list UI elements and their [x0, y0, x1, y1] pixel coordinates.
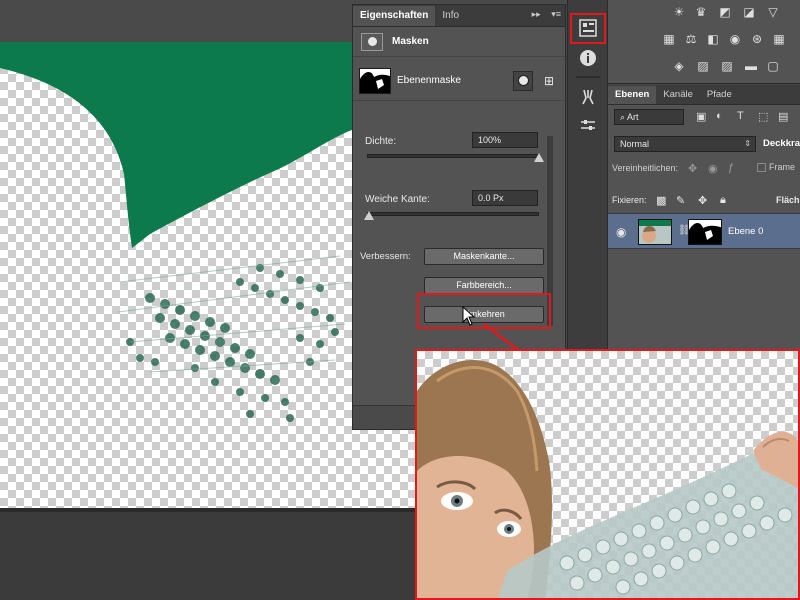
density-input[interactable]: 100% — [472, 132, 538, 148]
propagate-frame-checkbox[interactable]: Frame — [757, 162, 796, 173]
lock-image-icon[interactable]: ✎ — [676, 194, 685, 207]
feather-slider-handle[interactable] — [364, 211, 374, 220]
panel-menu-icon[interactable]: ▾≡ — [551, 9, 561, 19]
layer-mask-row: Ebenenmaske ⊞ — [353, 61, 565, 101]
density-slider-handle[interactable] — [534, 153, 544, 162]
select-pixel-mask-button[interactable] — [513, 70, 533, 91]
fill-label: Fläch — [776, 195, 800, 205]
vibrance-icon[interactable]: ▽ — [764, 5, 782, 19]
invert-adjust-icon[interactable]: ◈ — [670, 59, 688, 73]
section-title: Masken — [392, 36, 429, 47]
filter-shape-icon[interactable]: ⬚ — [758, 110, 768, 123]
result-preview-inset — [415, 349, 800, 600]
tab-paths[interactable]: Pfade — [700, 86, 739, 104]
collapse-panel-icon[interactable]: ▸▸ — [532, 9, 541, 19]
color-range-button[interactable]: Farbbereich... — [424, 277, 544, 294]
selective-color-icon[interactable]: ▢ — [764, 59, 782, 73]
lock-label: Fixieren: — [612, 195, 647, 205]
black-white-icon[interactable]: ◧ — [704, 32, 722, 46]
adjustments-panel: ☀ ♛ ◩ ◪ ▽ ▦ ⚖ ◧ ◉ ⊛ ▦ ◈ ▨ ▨ ▬ ▢ — [608, 0, 800, 84]
mask-icon — [361, 32, 383, 51]
feather-label: Weiche Kante: — [365, 194, 430, 205]
unify-style-icon[interactable]: ƒ — [728, 162, 734, 174]
tab-properties[interactable]: Eigenschaften — [353, 6, 436, 26]
layer-mask-thumbnail[interactable] — [688, 219, 722, 245]
chevron-down-icon: ⇕ — [744, 139, 751, 148]
brightness-icon[interactable]: ☀ — [670, 5, 688, 19]
threshold-icon[interactable]: ▨ — [718, 59, 736, 73]
opacity-label: Deckkra — [763, 138, 800, 149]
channel-mixer-icon[interactable]: ⊛ — [748, 32, 766, 46]
feather-input[interactable]: 0.0 Px — [472, 190, 538, 206]
brush-presets-icon[interactable] — [576, 86, 600, 108]
feather-slider[interactable] — [367, 212, 539, 216]
density-slider[interactable] — [367, 154, 539, 158]
exposure-icon[interactable]: ◪ — [740, 5, 758, 19]
unify-visibility-icon[interactable]: ◉ — [708, 162, 718, 175]
tab-channels[interactable]: Kanäle — [656, 86, 700, 104]
filter-smart-icon[interactable]: ▤ — [778, 110, 788, 123]
tab-info[interactable]: Info — [435, 6, 466, 26]
panel-controls: ▸▸ ▾≡ — [524, 9, 561, 20]
layer-thumbnail[interactable] — [638, 219, 672, 245]
filter-adjust-icon[interactable]: ◐ — [716, 110, 723, 122]
refine-label: Verbessern: — [360, 251, 411, 262]
masks-header: Masken — [353, 27, 565, 57]
filter-kind-select[interactable]: ⌕ Art — [614, 109, 684, 125]
gradient-map-icon[interactable]: ▬ — [742, 59, 760, 73]
visibility-eye-icon[interactable]: ◉ — [616, 225, 626, 239]
color-balance-icon[interactable]: ⚖ — [682, 32, 700, 46]
color-lookup-icon[interactable]: ▦ — [770, 32, 788, 46]
info-icon[interactable] — [576, 47, 600, 69]
mask-edge-button[interactable]: Maskenkante... — [424, 248, 544, 265]
filter-type-icon[interactable]: T — [737, 110, 744, 122]
density-label: Dichte: — [365, 136, 397, 147]
curves-icon[interactable]: ◩ — [716, 5, 734, 19]
posterize-icon[interactable]: ▨ — [694, 59, 712, 73]
mask-thumbnail — [359, 67, 391, 94]
photo-filter-icon[interactable]: ◉ — [726, 32, 744, 46]
layer-name[interactable]: Ebene 0 — [728, 226, 763, 237]
lock-position-icon[interactable]: ✥ — [698, 194, 707, 207]
photoshop-window: Eigenschaften Info ▸▸ ▾≡ Masken Ebenenma… — [0, 0, 800, 600]
filter-kind-value: Art — [627, 112, 639, 122]
levels-icon[interactable]: ♛ — [692, 5, 710, 19]
blend-mode-select[interactable]: Normal ⇕ — [614, 136, 756, 152]
add-vector-mask-icon[interactable]: ⊞ — [539, 71, 559, 91]
mouse-cursor-icon — [462, 306, 476, 326]
hue-saturation-icon[interactable]: ▦ — [660, 32, 678, 46]
strip-separator — [576, 76, 600, 78]
filter-pixel-icon[interactable]: ▣ — [696, 110, 706, 123]
tab-layers[interactable]: Ebenen — [608, 86, 657, 104]
layer-row[interactable]: ◉ ⛓ Ebene 0 — [608, 213, 800, 249]
blend-mode-value: Normal — [620, 139, 650, 149]
properties-tab-bar: Eigenschaften Info ▸▸ ▾≡ — [353, 5, 565, 27]
properties-icon-highlight — [570, 13, 606, 44]
unify-position-icon[interactable]: ✥ — [688, 162, 697, 175]
lock-transparency-icon[interactable]: ▩ — [656, 194, 666, 207]
lock-all-icon[interactable]: 🔒︎ — [720, 194, 726, 207]
mask-type-label: Ebenenmaske — [397, 75, 461, 86]
layers-tab-bar: Ebenen Kanäle Pfade — [608, 85, 800, 105]
tool-presets-icon[interactable] — [576, 114, 600, 136]
frame-label: Frame — [769, 162, 796, 172]
unify-label: Vereinheitlichen: — [612, 163, 679, 173]
